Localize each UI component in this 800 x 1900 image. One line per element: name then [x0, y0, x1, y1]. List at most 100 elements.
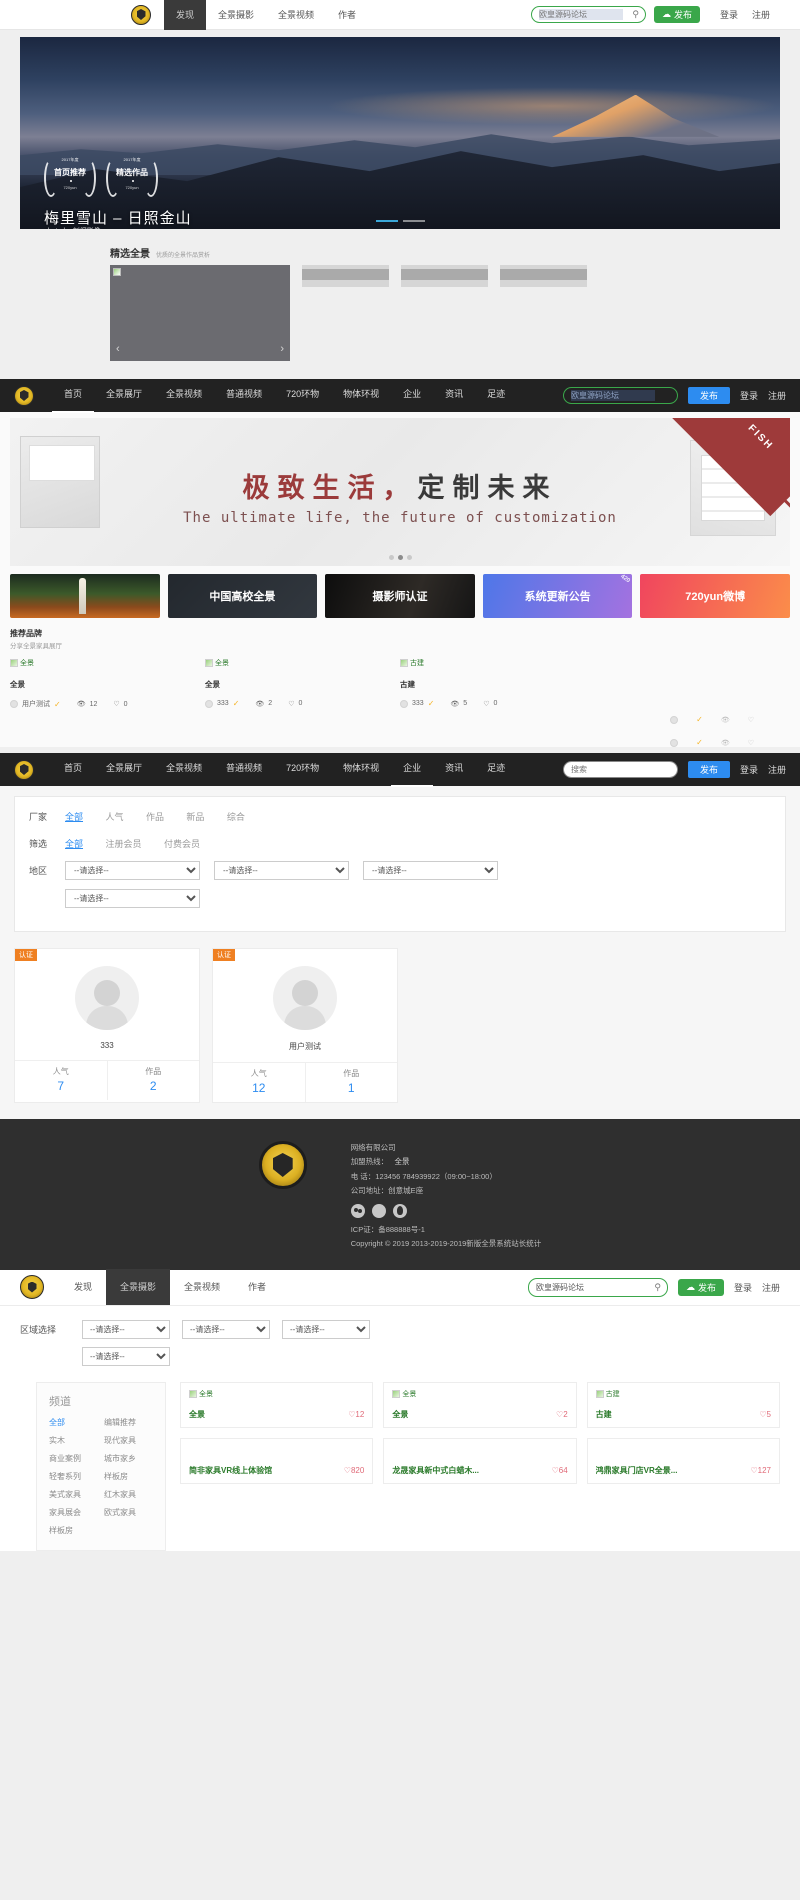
nav2-item-normal-video[interactable]: 普通视频: [214, 378, 274, 413]
publish-button-1[interactable]: ☁ 发布: [653, 6, 700, 23]
site-logo-4[interactable]: [20, 1275, 44, 1299]
search-input-1[interactable]: [538, 9, 623, 20]
nav2-item-home[interactable]: 首页: [52, 378, 95, 413]
work-card[interactable]: 全景 全景 ♡12: [180, 1381, 374, 1428]
brand-item[interactable]: 全景 全景 用户测试 ✓ 👁 12 ♡ 0: [10, 658, 205, 709]
login-link-4[interactable]: 登录: [734, 1281, 752, 1294]
search-box-4[interactable]: ⚲: [527, 1277, 668, 1297]
system-update-tile[interactable]: 420 系统更新公告: [482, 574, 633, 618]
nav3-item-news[interactable]: 资讯: [433, 752, 475, 787]
register-link-3[interactable]: 注册: [768, 763, 786, 776]
university-panorama-tile[interactable]: 中国高校全景: [167, 574, 318, 618]
register-link-1[interactable]: 注册: [752, 8, 770, 21]
nav2-item-720-object[interactable]: 720环物: [274, 378, 331, 413]
search-box-2[interactable]: [562, 387, 678, 404]
search-input-4[interactable]: [535, 1281, 644, 1293]
channel-item-modern[interactable]: 现代家具: [104, 1435, 153, 1446]
work-card[interactable]: 鸿鼎家具门店VR全景... ♡127: [586, 1437, 780, 1484]
featured-thumb-1[interactable]: [302, 265, 389, 287]
featured-prev-arrow[interactable]: ‹: [116, 343, 120, 355]
banner-dot-3[interactable]: [406, 555, 412, 560]
search-box-1[interactable]: ⚲: [530, 6, 646, 23]
nav2-item-footprint[interactable]: 足迹: [475, 378, 517, 413]
brand-item[interactable]: 全景 全景 333 ✓ 👁 2 ♡ 0: [205, 658, 400, 709]
channel-item-all[interactable]: 全部: [49, 1417, 98, 1428]
brand-thumb[interactable]: 全景: [205, 658, 400, 668]
register-link-4[interactable]: 注册: [762, 1281, 780, 1294]
search-input-3[interactable]: [570, 764, 655, 775]
carousel-dot-2[interactable]: [402, 220, 425, 222]
nav3-item-panorama-video[interactable]: 全景视频: [154, 752, 214, 787]
publish-button-2[interactable]: 发布: [687, 387, 730, 404]
nav1-item-panorama-photo[interactable]: 全景摄影: [206, 0, 266, 30]
site-logo-3[interactable]: [14, 759, 34, 780]
nav3-item-normal-video[interactable]: 普通视频: [214, 752, 274, 787]
filter-opt-works[interactable]: 作品: [146, 812, 164, 822]
site-logo-2[interactable]: [14, 385, 34, 406]
company-card[interactable]: 认证 用户测试 人气 12 作品 1: [212, 948, 398, 1103]
featured-thumb-3[interactable]: [500, 265, 587, 287]
filter-opt-new[interactable]: 新品: [186, 812, 204, 822]
area-select-street[interactable]: --请选择--: [82, 1346, 170, 1366]
brand-item[interactable]: 古建 古建 333 ✓ 👁 5 ♡ 0: [400, 658, 595, 709]
register-link-2[interactable]: 注册: [768, 389, 786, 402]
channel-item-expo[interactable]: 家具展会: [49, 1507, 98, 1518]
nav3-item-object-view[interactable]: 物体环视: [331, 752, 391, 787]
work-card[interactable]: 古建 古建 ♡5: [586, 1381, 780, 1428]
photographer-cert-tile[interactable]: 摄影师认证: [325, 574, 475, 618]
login-link-2[interactable]: 登录: [740, 389, 758, 402]
nav2-item-enterprise[interactable]: 企业: [391, 378, 433, 413]
channel-item-european[interactable]: 欧式家具: [104, 1507, 153, 1518]
publish-button-4[interactable]: ☁ 发布: [677, 1278, 724, 1296]
weibo-icon[interactable]: [371, 1204, 386, 1218]
area-select-district[interactable]: --请选择--: [282, 1319, 370, 1339]
qq-icon[interactable]: [392, 1204, 407, 1218]
work-card[interactable]: 全景 全景 ♡2: [383, 1381, 577, 1428]
publish-button-3[interactable]: 发布: [687, 761, 730, 778]
banner-dot-1[interactable]: [388, 555, 394, 560]
channel-item-editor-pick[interactable]: 编辑推荐: [104, 1417, 153, 1428]
nav4-item-discover[interactable]: 发现: [60, 1269, 106, 1305]
region-select-city[interactable]: --请选择--: [214, 861, 349, 880]
region-select-street[interactable]: --请选择--: [65, 889, 200, 908]
channel-item-city-home[interactable]: 城市家乡: [104, 1453, 153, 1464]
nav1-item-discover[interactable]: 发现: [164, 0, 207, 30]
brand-thumb[interactable]: 全景: [10, 658, 205, 668]
filter-opt-popularity[interactable]: 人气: [105, 812, 123, 822]
rocket-tile[interactable]: [10, 574, 160, 618]
weibo-tile[interactable]: 720yun微博: [640, 574, 790, 618]
nav2-item-panorama-video[interactable]: 全景视频: [154, 378, 214, 413]
area-select-city[interactable]: --请选择--: [182, 1319, 270, 1339]
promo-banner[interactable]: FISH 极致生活，定制未来 The ultimate life, the fu…: [10, 418, 790, 566]
filter-opt-comprehensive[interactable]: 综合: [227, 812, 245, 822]
channel-item-rosewood[interactable]: 红木家具: [104, 1489, 153, 1500]
nav4-item-panorama-photo[interactable]: 全景摄影: [106, 1269, 171, 1305]
login-link-3[interactable]: 登录: [740, 763, 758, 776]
work-card[interactable]: 简非家具VR线上体验馆 ♡820: [180, 1437, 374, 1484]
login-link-1[interactable]: 登录: [720, 8, 738, 21]
company-card[interactable]: 认证 333 人气 7 作品 2: [14, 948, 200, 1103]
featured-main-image[interactable]: ‹ ›: [110, 265, 290, 361]
search-input-2[interactable]: [570, 390, 655, 401]
channel-item-model-room-2[interactable]: 样板房: [49, 1525, 98, 1536]
channel-item-light-luxury[interactable]: 轻奢系列: [49, 1471, 98, 1482]
channel-item-business-case[interactable]: 商业案例: [49, 1453, 98, 1464]
banner-dot-2[interactable]: [397, 555, 403, 560]
area-select-province[interactable]: --请选择--: [82, 1319, 170, 1339]
nav1-item-author[interactable]: 作者: [326, 0, 368, 30]
nav2-item-news[interactable]: 资讯: [433, 378, 475, 413]
region-select-province[interactable]: --请选择--: [65, 861, 200, 880]
brand-thumb[interactable]: 古建: [400, 658, 595, 668]
nav2-item-object-view[interactable]: 物体环视: [331, 378, 391, 413]
hero-banner[interactable]: 2017年度 首页推荐 720yun 2017年度 精选作品 720yun 梅里…: [20, 37, 780, 229]
filter-opt-paid[interactable]: 付费会员: [164, 839, 200, 849]
filter-opt-all-members[interactable]: 全部: [65, 839, 83, 849]
region-select-district[interactable]: --请选择--: [363, 861, 498, 880]
nav3-item-enterprise[interactable]: 企业: [391, 752, 434, 787]
featured-next-arrow[interactable]: ›: [280, 343, 284, 355]
site-logo[interactable]: [131, 4, 151, 25]
search-icon[interactable]: ⚲: [654, 1282, 661, 1293]
channel-item-model-room[interactable]: 样板房: [104, 1471, 153, 1482]
wechat-icon[interactable]: [350, 1204, 365, 1218]
nav4-item-panorama-video[interactable]: 全景视频: [170, 1269, 234, 1305]
